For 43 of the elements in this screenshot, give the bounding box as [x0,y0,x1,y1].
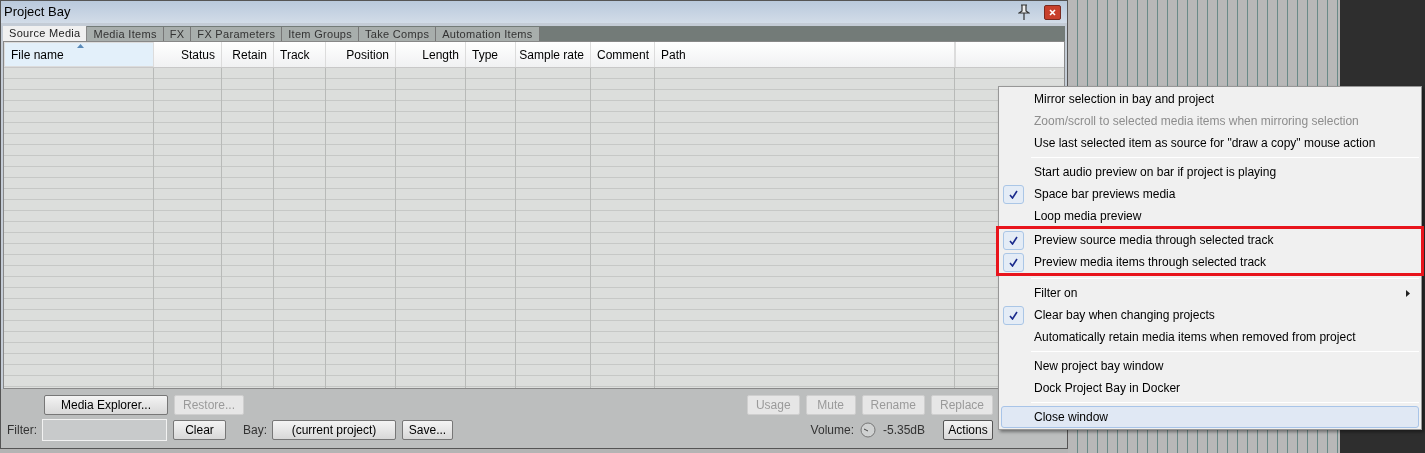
tab[interactable]: Media Items [87,27,164,41]
filter-field[interactable] [42,419,167,441]
window-title: Project Bay [4,3,71,22]
menu-item[interactable]: Preview source media through selected track [1001,229,1419,251]
menu-item[interactable]: Space bar previews media [1001,183,1419,205]
menu-item[interactable]: Filter on [1001,282,1419,304]
column-header[interactable]: Comment [597,45,649,64]
menu-item[interactable]: New project bay window [1001,355,1419,377]
menu-item[interactable]: Automatically retain media items when removed from project [1001,326,1419,348]
menu-item[interactable]: Dock Project Bay in Docker [1001,377,1419,399]
menu-item[interactable]: Preview media items through selected track [1001,251,1419,273]
menu-item[interactable]: Start audio preview on bar if project is playing [1001,161,1419,183]
column-header[interactable]: Sample rate [519,45,584,64]
tab[interactable]: Source Media [3,26,88,41]
close-icon [1049,8,1056,16]
menu-item[interactable]: Close window [1001,406,1419,428]
tab[interactable]: FX Parameters [191,27,283,41]
volume-label: Volume: [810,422,854,439]
tab[interactable]: FX [163,27,192,41]
tab[interactable]: Item Groups [282,27,360,41]
save-button[interactable]: Save... [402,420,453,440]
column-header[interactable]: Path [661,45,686,64]
actions-button[interactable]: Actions [943,420,993,440]
column-header[interactable]: Retain [232,45,267,64]
clear-button[interactable]: Clear [173,420,226,440]
tab[interactable]: Automation Items [436,27,540,41]
toolbar-button[interactable]: Media Explorer... [44,395,168,415]
filter-label: Filter: [7,422,38,439]
menu-item[interactable]: Loop media preview [1001,205,1419,227]
column-header[interactable]: Type [472,45,498,64]
menu-item[interactable]: Mirror selection in bay and project [1001,88,1419,110]
menu-item[interactable]: Clear bay when changing projects [1001,304,1419,326]
column-header[interactable]: Status [180,45,215,64]
menu-item[interactable]: Use last selected item as source for "draw a copy" mouse action [1001,132,1419,154]
column-header[interactable]: Length [422,45,459,64]
volume-reading: -5.35dB [882,422,925,439]
bay-selector-button[interactable]: (current project) [272,420,396,440]
pin-icon[interactable] [1018,4,1030,20]
bay-label: Bay: [243,422,267,439]
column-header[interactable]: Position [346,45,389,64]
column-header[interactable]: Track [280,45,310,64]
close-button[interactable] [1044,4,1061,20]
tab[interactable]: Take Comps [359,27,437,41]
